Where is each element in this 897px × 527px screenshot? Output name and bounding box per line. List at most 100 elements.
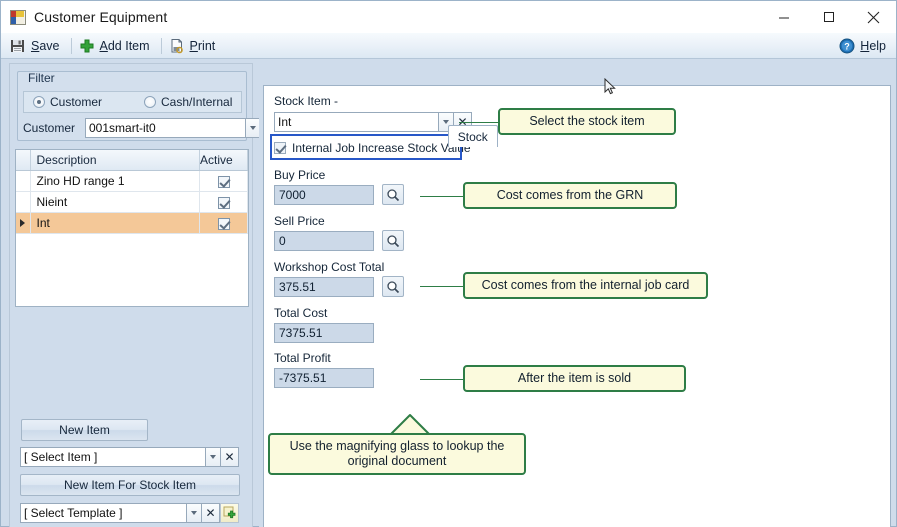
radio-cash-internal-label: Cash/Internal xyxy=(161,95,233,109)
select-item-input[interactable]: [ Select Item ] xyxy=(20,447,205,467)
customer-input[interactable]: 001smart-it0 xyxy=(85,118,245,138)
add-item-label: Add Item xyxy=(99,38,150,53)
equipment-grid[interactable]: Description Active Zino HD range 1 Niein… xyxy=(15,149,249,307)
callout-leader-line xyxy=(420,196,464,197)
column-indicator xyxy=(16,150,31,171)
title-bar: Customer Equipment xyxy=(1,1,896,33)
magnifier-icon xyxy=(387,234,400,247)
radio-cash-internal-dot xyxy=(144,96,157,108)
form-icon xyxy=(10,9,26,25)
close-button[interactable] xyxy=(851,1,896,33)
stock-item-label: Stock Item - xyxy=(274,94,339,108)
buy-price-label: Buy Price xyxy=(274,168,326,182)
callout-leader-line xyxy=(420,286,464,287)
callout-tail xyxy=(390,414,430,435)
row-indicator xyxy=(16,212,31,234)
tab-stock[interactable]: Stock xyxy=(447,125,498,147)
help-question-icon: ? xyxy=(839,38,855,54)
table-header-row: Description Active xyxy=(16,150,248,171)
mouse-cursor xyxy=(604,78,616,95)
customer-label: Customer xyxy=(23,121,76,135)
callout-leader-line xyxy=(420,379,464,380)
stock-tab-page: Stock Item - Int ✕ Internal Job Increase… xyxy=(263,85,891,527)
row-indicator xyxy=(16,170,31,192)
radio-customer-label: Customer xyxy=(50,95,103,109)
sell-price-input[interactable]: 0 xyxy=(274,231,374,251)
workshop-cost-total-input[interactable]: 375.51 xyxy=(274,277,374,297)
save-button[interactable]: Save xyxy=(8,35,66,57)
select-item-combo[interactable]: [ Select Item ] ✕ xyxy=(20,447,239,467)
active-checkbox[interactable] xyxy=(217,196,230,209)
cell-description[interactable]: Int xyxy=(30,212,200,234)
cell-active[interactable] xyxy=(199,170,248,192)
table-row[interactable]: Nieint xyxy=(16,191,248,213)
svg-text:?: ? xyxy=(845,41,851,51)
select-template-input[interactable]: [ Select Template ] xyxy=(20,503,186,523)
save-label: Save xyxy=(31,38,60,53)
help-button[interactable]: ? Help xyxy=(839,38,886,54)
callout-grn: Cost comes from the GRN xyxy=(463,182,677,209)
equipment-table: Description Active Zino HD range 1 Niein… xyxy=(16,150,248,234)
sell-price-lookup-button[interactable] xyxy=(382,230,404,251)
buy-price-input[interactable]: 7000 xyxy=(274,185,374,205)
column-description[interactable]: Description xyxy=(30,150,200,171)
workshop-cost-total-label: Workshop Cost Total xyxy=(274,260,385,274)
table-row-selected[interactable]: Int xyxy=(16,212,248,234)
app-window: Customer Equipment Save Add Item Print ?… xyxy=(0,0,897,527)
toolbar: Save Add Item Print ? Help xyxy=(1,33,896,59)
workshop-cost-lookup-button[interactable] xyxy=(382,276,404,297)
radio-customer[interactable]: Customer xyxy=(33,95,102,109)
chevron-down-icon[interactable] xyxy=(205,447,221,467)
printer-icon xyxy=(169,38,185,54)
callout-internal-job-card: Cost comes from the internal job card xyxy=(463,272,708,299)
right-panel: Detail Memo Properties Stock Stock Item … xyxy=(259,63,891,527)
cell-active[interactable] xyxy=(199,191,248,213)
callout-magnifying-glass: Use the magnifying glass to lookup the o… xyxy=(268,433,526,475)
active-checkbox[interactable] xyxy=(217,217,230,230)
add-item-button[interactable]: Add Item xyxy=(77,35,156,57)
window-controls xyxy=(761,1,896,33)
cell-description[interactable]: Zino HD range 1 xyxy=(30,170,200,192)
print-button[interactable]: Print xyxy=(167,35,222,57)
cell-active[interactable] xyxy=(199,212,248,234)
customer-combo[interactable]: 001smart-it0 ✕ xyxy=(85,118,279,138)
save-floppy-icon xyxy=(10,38,26,54)
total-cost-input[interactable]: 7375.51 xyxy=(274,323,374,343)
green-plus-icon xyxy=(79,38,95,54)
help-label: Help xyxy=(860,38,886,53)
row-indicator xyxy=(16,191,31,213)
internal-job-checkbox[interactable] xyxy=(274,142,286,154)
total-profit-input[interactable]: -7375.51 xyxy=(274,368,374,388)
new-item-for-stock-item-button[interactable]: New Item For Stock Item xyxy=(20,474,240,496)
callout-leader-line xyxy=(459,122,499,123)
content-area: Filter Customer Cash/Internal Customer 0… xyxy=(1,59,896,527)
radio-customer-dot xyxy=(33,96,45,108)
filter-legend: Filter xyxy=(28,71,55,85)
cell-description[interactable]: Nieint xyxy=(30,191,200,213)
print-label: Print xyxy=(189,38,216,53)
minimize-button[interactable] xyxy=(761,1,806,33)
filter-groupbox: Filter Customer Cash/Internal Customer 0… xyxy=(17,71,279,141)
total-profit-label: Total Profit xyxy=(274,351,331,365)
callout-select-stock-item: Select the stock item xyxy=(498,108,676,135)
column-active[interactable]: Active xyxy=(199,150,248,171)
toolbar-separator xyxy=(70,37,72,54)
buy-price-lookup-button[interactable] xyxy=(382,184,404,205)
add-template-plus-icon[interactable] xyxy=(220,503,239,523)
chevron-down-icon[interactable] xyxy=(186,503,202,523)
filter-radio-group: Customer Cash/Internal xyxy=(23,91,242,113)
stock-item-input[interactable]: Int xyxy=(274,112,438,132)
active-checkbox[interactable] xyxy=(217,175,230,188)
radio-cash-internal[interactable]: Cash/Internal xyxy=(144,95,232,109)
select-template-combo[interactable]: [ Select Template ] ✕ xyxy=(20,503,239,523)
new-item-button[interactable]: New Item xyxy=(21,419,148,441)
window-title: Customer Equipment xyxy=(34,9,168,25)
stock-item-combo[interactable]: Int ✕ xyxy=(274,112,472,132)
table-row[interactable]: Zino HD range 1 xyxy=(16,170,248,192)
magnifier-icon xyxy=(387,188,400,201)
magnifier-icon xyxy=(387,280,400,293)
clear-x-icon[interactable]: ✕ xyxy=(221,447,239,467)
maximize-button[interactable] xyxy=(806,1,851,33)
internal-job-checkbox-row[interactable]: Internal Job Increase Stock Value xyxy=(274,138,471,158)
clear-x-icon[interactable]: ✕ xyxy=(202,503,220,523)
